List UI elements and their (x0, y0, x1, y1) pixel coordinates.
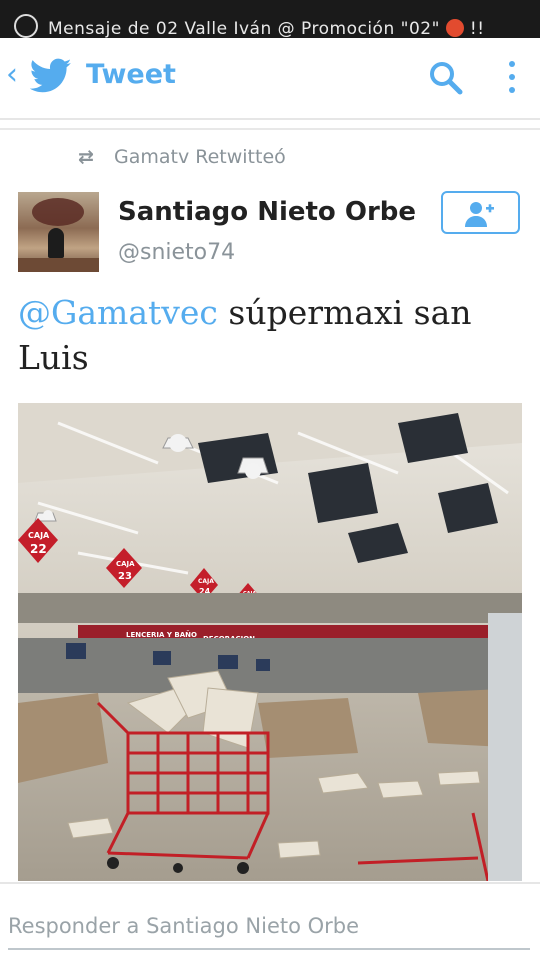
svg-text:CAJA: CAJA (116, 560, 135, 568)
reply-bar (0, 882, 540, 962)
svg-text:23: 23 (118, 571, 132, 582)
back-chevron-icon[interactable]: ‹ (6, 60, 26, 90)
retweet-indicator: ⇄ Gamatv Retwitteó (78, 146, 286, 168)
author-handle[interactable]: @snieto74 (118, 240, 235, 265)
mention-link[interactable]: @Gamatvec (18, 293, 218, 332)
retweet-icon: ⇄ (78, 146, 94, 168)
reply-input[interactable] (8, 904, 530, 950)
twitter-bird-icon (30, 58, 72, 93)
avatar-floor (18, 258, 99, 272)
avatar-person (48, 228, 64, 258)
divider (0, 128, 540, 130)
svg-text:LENCERIA Y BAÑO: LENCERIA Y BAÑO (126, 630, 197, 639)
follow-button[interactable] (441, 191, 520, 234)
svg-text:CAJA: CAJA (198, 578, 214, 585)
app-bar: ‹ Tweet (0, 38, 540, 120)
supermarket-damage-image: CAJA 22 CAJA 23 CAJA 24 CAJA 25 LENCERIA… (18, 403, 522, 881)
tweet-text: @Gamatvec súpermaxi san Luis (18, 290, 518, 380)
devil-emoji-icon (445, 19, 464, 37)
notification-suffix: !! (469, 19, 485, 38)
add-person-icon (465, 202, 494, 227)
page-title: Tweet (86, 59, 176, 90)
avatar-logo (32, 198, 84, 226)
retweet-label: Gamatv Retwitteó (114, 146, 286, 168)
search-icon[interactable] (428, 60, 464, 96)
tweet-photo[interactable]: CAJA 22 CAJA 23 CAJA 24 CAJA 25 LENCERIA… (18, 403, 522, 881)
more-vertical-icon[interactable] (502, 58, 522, 98)
svg-text:22: 22 (30, 542, 47, 556)
notification-message: Mensaje de 02 Valle Iván @ Promoción "02… (48, 19, 440, 38)
status-bar: Mensaje de 02 Valle Iván @ Promoción "02… (0, 0, 540, 38)
whatsapp-icon (14, 14, 38, 38)
svg-text:CAJA: CAJA (28, 531, 50, 540)
avatar[interactable] (18, 192, 99, 272)
author-name[interactable]: Santiago Nieto Orbe (118, 197, 416, 227)
notification-text: Mensaje de 02 Valle Iván @ Promoción "02… (14, 14, 485, 38)
